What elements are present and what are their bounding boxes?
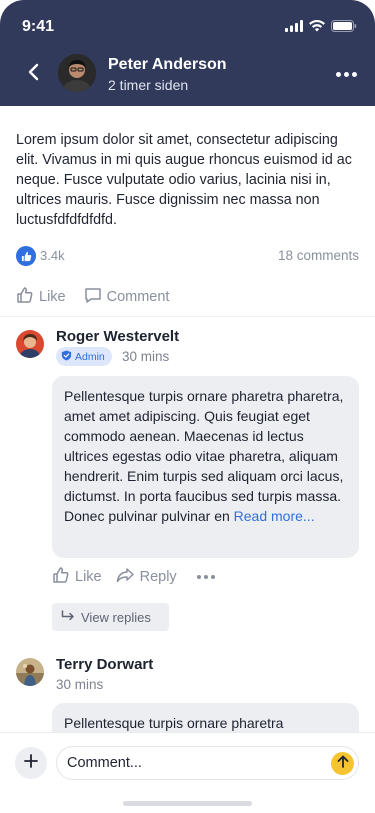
- more-horizontal-icon: [335, 71, 341, 77]
- admin-badge: Admin: [56, 347, 112, 366]
- comment-bubble: Pellentesque turpis ornare pharetra phar…: [52, 376, 359, 558]
- comment-input[interactable]: [56, 746, 359, 780]
- like-label: Like: [39, 289, 66, 305]
- comment-time: 30 mins: [122, 349, 170, 364]
- comment-author[interactable]: Roger Westervelt: [56, 328, 179, 345]
- comment-icon: [84, 286, 102, 308]
- chevron-left-icon: [27, 63, 39, 86]
- status-time: 9:41: [22, 18, 55, 35]
- reply-corner-arrow-icon: [61, 609, 75, 625]
- comment-composer: [0, 732, 375, 813]
- reply-button[interactable]: Reply: [116, 567, 177, 587]
- comment-avatar[interactable]: [16, 330, 44, 358]
- comment-like-button[interactable]: Like: [52, 566, 102, 588]
- arrow-up-icon: [337, 755, 349, 773]
- comment-label: Comment: [106, 289, 170, 305]
- comment-author[interactable]: Terry Dorwart: [56, 656, 153, 673]
- status-bar: 9:41: [0, 0, 375, 50]
- comment-actions: Like Reply: [52, 566, 215, 588]
- admin-badge-label: Admin: [75, 350, 105, 363]
- shield-check-icon: [61, 349, 72, 364]
- wifi-icon: [309, 19, 325, 37]
- thumbs-up-outline-icon: [16, 286, 34, 308]
- comment-text: Pellentesque turpis ornare pharetra phar…: [64, 388, 344, 524]
- view-replies-label: View replies: [81, 609, 151, 625]
- comment-time: 30 mins: [56, 677, 104, 692]
- thumbs-up-outline-icon: [52, 566, 70, 588]
- comment-like-label: Like: [75, 569, 102, 585]
- send-button[interactable]: [331, 752, 354, 775]
- comment-count[interactable]: 18 comments: [278, 248, 359, 263]
- like-count[interactable]: 3.4k: [40, 248, 65, 263]
- reactions-summary: 3.4k 18 comments: [16, 246, 359, 266]
- back-button[interactable]: [22, 63, 44, 85]
- reply-arrow-icon: [116, 567, 135, 587]
- reply-label: Reply: [139, 569, 177, 585]
- battery-icon: [331, 19, 357, 37]
- comment-text: Pellentesque turpis ornare pharetra: [64, 715, 284, 731]
- status-icons: [285, 19, 357, 37]
- comment-more-button[interactable]: [191, 575, 215, 579]
- read-more-link[interactable]: Read more...: [234, 508, 315, 524]
- divider: [0, 316, 375, 317]
- comment-avatar[interactable]: [16, 658, 44, 686]
- nav-bar: Peter Anderson 2 timer siden: [0, 52, 375, 96]
- author-name[interactable]: Peter Anderson: [108, 56, 227, 74]
- view-replies-button[interactable]: View replies: [52, 603, 169, 631]
- post-time: 2 timer siden: [108, 77, 189, 93]
- more-horizontal-icon: [196, 575, 201, 579]
- plus-icon: [24, 753, 38, 773]
- signal-icon: [285, 19, 303, 37]
- more-options-button[interactable]: [333, 64, 359, 84]
- post-actions: Like Comment: [16, 286, 169, 308]
- author-avatar[interactable]: [58, 54, 96, 92]
- post-text: Lorem ipsum dolor sit amet, consectetur …: [16, 132, 352, 228]
- comment-button[interactable]: Comment: [84, 286, 170, 308]
- add-attachment-button[interactable]: [15, 747, 47, 779]
- thumbs-up-icon: [16, 246, 36, 266]
- home-indicator: [123, 801, 252, 806]
- like-button[interactable]: Like: [16, 286, 66, 308]
- app-header: 9:41 Peter Anderson 2 timer siden: [0, 0, 375, 106]
